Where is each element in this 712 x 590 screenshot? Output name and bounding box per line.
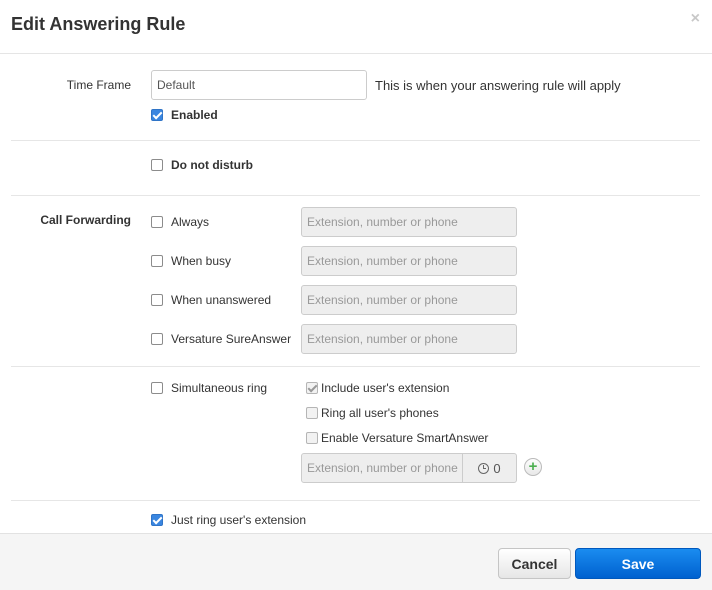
- forward-always-input[interactable]: [301, 207, 517, 237]
- time-frame-label: Time Frame: [66, 78, 131, 92]
- forward-always-checkbox[interactable]: [151, 216, 163, 228]
- do-not-disturb-label: Do not disturb: [171, 158, 253, 172]
- simultaneous-ring-input[interactable]: Extension, number or phone: [302, 454, 463, 482]
- sureanswer-input[interactable]: [301, 324, 517, 354]
- smartanswer-label: Enable Versature SmartAnswer: [321, 431, 489, 445]
- simultaneous-ring-label: Simultaneous ring: [171, 381, 268, 395]
- ring-all-phones-checkbox[interactable]: [306, 407, 318, 419]
- time-frame-hint: This is when your answering rule will ap…: [375, 78, 621, 93]
- cancel-button[interactable]: Cancel: [498, 548, 571, 579]
- enabled-label: Enabled: [171, 108, 218, 122]
- just-ring-checkbox[interactable]: [151, 514, 163, 526]
- divider: [11, 195, 700, 196]
- just-ring-label: Just ring user's extension: [171, 513, 307, 527]
- simultaneous-ring-input-group: Extension, number or phone 0: [301, 453, 517, 483]
- dialog-header: Edit Answering Rule ×: [0, 0, 712, 54]
- include-extension-checkbox[interactable]: [306, 382, 318, 394]
- forward-always-label: Always: [171, 215, 210, 229]
- divider: [11, 500, 700, 501]
- sureanswer-checkbox[interactable]: [151, 333, 163, 345]
- simultaneous-ring-checkbox[interactable]: [151, 382, 163, 394]
- ring-delay-value: 0: [493, 460, 501, 476]
- ring-delay[interactable]: 0: [463, 454, 516, 482]
- forward-unanswered-label: When unanswered: [171, 293, 272, 307]
- dialog-title: Edit Answering Rule: [11, 14, 186, 34]
- sureanswer-label: Versature SureAnswer: [171, 332, 292, 346]
- forward-busy-label: When busy: [171, 254, 232, 268]
- close-icon[interactable]: ×: [691, 10, 700, 28]
- add-number-icon[interactable]: +: [524, 458, 542, 476]
- forward-busy-input[interactable]: [301, 246, 517, 276]
- time-frame-input[interactable]: [151, 70, 367, 100]
- enabled-checkbox[interactable]: [151, 109, 163, 121]
- forward-unanswered-input[interactable]: [301, 285, 517, 315]
- do-not-disturb-checkbox[interactable]: [151, 159, 163, 171]
- ring-all-phones-label: Ring all user's phones: [321, 406, 439, 420]
- divider: [11, 140, 700, 141]
- divider: [11, 366, 700, 367]
- call-forwarding-label: Call Forwarding: [40, 213, 131, 227]
- forward-unanswered-checkbox[interactable]: [151, 294, 163, 306]
- clock-icon: [478, 462, 490, 474]
- forward-busy-checkbox[interactable]: [151, 255, 163, 267]
- save-button[interactable]: Save: [575, 548, 701, 579]
- include-extension-label: Include user's extension: [321, 381, 450, 395]
- smartanswer-checkbox[interactable]: [306, 432, 318, 444]
